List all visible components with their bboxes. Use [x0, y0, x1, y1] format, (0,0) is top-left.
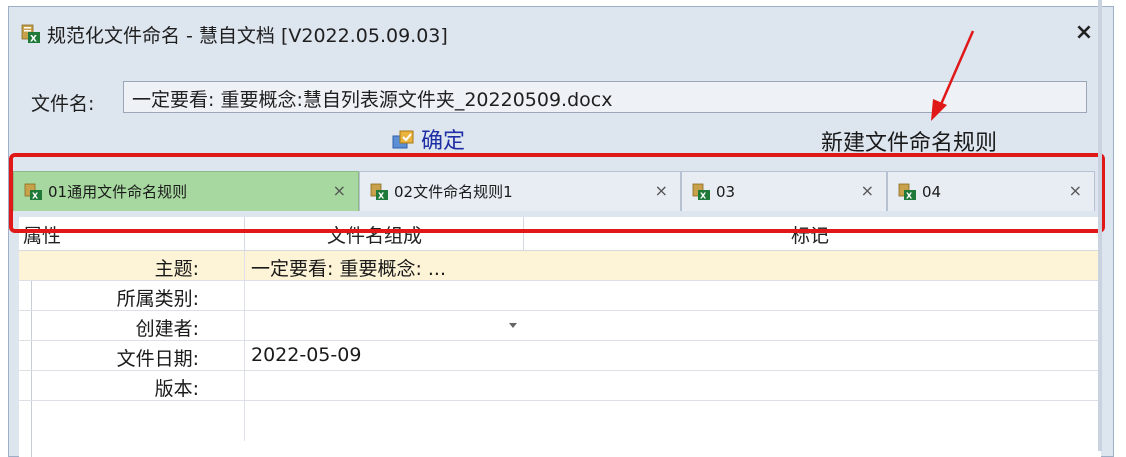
column-header-attribute[interactable]: 属性 [23, 221, 61, 248]
svg-text:X: X [30, 35, 37, 45]
tab-label: 02文件命名规则1 [394, 183, 513, 201]
excel-doc-icon: X [692, 183, 710, 200]
svg-text:X: X [32, 191, 39, 200]
confirm-icon [392, 130, 414, 149]
excel-doc-icon: X [21, 24, 40, 45]
tab-close-icon[interactable]: × [655, 181, 668, 200]
tab-close-icon[interactable]: × [1069, 181, 1082, 200]
confirm-label: 确定 [421, 129, 466, 154]
tab-rule-03[interactable]: X 03 × [681, 171, 887, 211]
table-row[interactable]: 创建者: [19, 311, 1101, 341]
row-label: 主题: [154, 258, 199, 280]
svg-text:X: X [378, 191, 385, 200]
table-row[interactable]: 版本: [19, 371, 1101, 401]
row-value[interactable]: 2022-05-09 [251, 344, 361, 366]
column-divider [244, 251, 245, 441]
tab-rule-02[interactable]: X 02文件命名规则1 × [359, 171, 681, 211]
row-value[interactable]: 一定要看: 重要概念: ... [251, 254, 446, 281]
window-title: 规范化文件命名 - 慧自文档 [V2022.05.09.03] [47, 25, 448, 47]
column-header-mark[interactable]: 标记 [791, 221, 829, 248]
excel-doc-icon: X [24, 183, 42, 200]
tab-label: 04 [922, 182, 942, 201]
tab-rule-04[interactable]: X 04 × [887, 171, 1095, 211]
row-label: 文件日期: [116, 348, 199, 370]
table-row[interactable]: 文件日期: 2022-05-09 [19, 341, 1101, 371]
row-label: 版本: [154, 378, 199, 400]
property-grid: 属性 文件名组成 标记 主题: 一定要看: 重要概念: ... 所属类别: 创建… [19, 217, 1101, 457]
column-header-filename-part[interactable]: 文件名组成 [327, 221, 422, 248]
rename-dialog: X 规范化文件命名 - 慧自文档 [V2022.05.09.03] × 文件名:… [8, 6, 1114, 457]
table-row[interactable]: 所属类别: [19, 281, 1101, 311]
rule-tabstrip: X 01通用文件命名规则 × X 02文件命名规则1 × X 03 × X 04… [13, 171, 1097, 211]
window-right-edge [1098, 0, 1102, 451]
tab-label: 03 [716, 182, 736, 201]
tab-close-icon[interactable]: × [333, 181, 346, 200]
table-row[interactable]: 主题: 一定要看: 重要概念: ... [19, 251, 1101, 281]
column-divider [523, 217, 524, 251]
filename-label: 文件名: [31, 93, 95, 115]
red-arrow-icon [931, 30, 975, 121]
excel-doc-icon: X [898, 183, 916, 200]
close-button[interactable]: × [1071, 19, 1097, 47]
tab-rule-01[interactable]: X 01通用文件命名规则 × [13, 171, 359, 211]
row-label: 创建者: [135, 318, 199, 340]
chevron-down-icon[interactable] [509, 323, 517, 328]
row-label: 所属类别: [116, 288, 199, 310]
column-divider [244, 217, 245, 251]
svg-text:X: X [906, 191, 913, 200]
excel-doc-icon: X [370, 183, 388, 200]
new-rule-button[interactable]: 新建文件命名规则 [821, 125, 997, 157]
confirm-button[interactable]: 确定 [391, 121, 465, 157]
tab-label: 01通用文件命名规则 [48, 183, 188, 201]
tab-close-icon[interactable]: × [861, 181, 874, 200]
svg-text:X: X [700, 191, 707, 200]
grid-header: 属性 文件名组成 标记 [19, 217, 1101, 251]
